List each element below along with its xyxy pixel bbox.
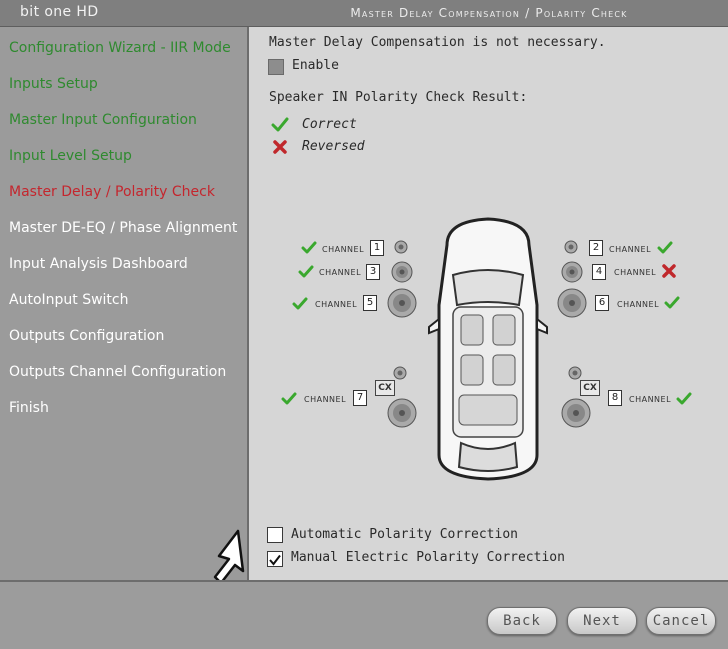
enable-checkbox[interactable] [268,59,284,75]
channel-7-status-icon [281,391,297,410]
app-title: bit one HD [20,4,99,20]
delay-message: Master Delay Compensation is not necessa… [269,35,606,50]
channel-4-label: CHANNEL [614,268,657,277]
sidebar-item-autoinput-switch[interactable]: AutoInput Switch [9,292,129,308]
channel-5-speaker-icon [387,288,417,318]
checkmark-icon [269,554,281,566]
sidebar-item-finish[interactable]: Finish [9,400,49,416]
car-topview-illustration [428,217,548,481]
channel-2-label: CHANNEL [609,245,652,254]
sidebar-item-master-input-configuration[interactable]: Master Input Configuration [9,112,197,128]
wizard-sidebar: Configuration Wizard - IIR Mode Inputs S… [0,27,249,580]
mouse-pointer-icon [213,529,245,585]
channel-2-status-icon [657,240,673,259]
channel-1-label: CHANNEL [322,245,365,254]
channel-7-crossover-icon: CX [375,380,395,396]
channel-5-number: 5 [363,295,377,311]
reversed-x-icon [273,140,287,154]
enable-label: Enable [292,58,339,73]
channel-7-number: 7 [353,390,367,406]
sidebar-item-outputs-channel-configuration[interactable]: Outputs Channel Configuration [9,364,226,380]
sidebar-item-master-de-eq[interactable]: Master DE-EQ / Phase Alignment [9,220,237,236]
manual-polarity-checkbox[interactable] [267,551,283,567]
sidebar-item-outputs-configuration[interactable]: Outputs Configuration [9,328,164,344]
channel-2-speaker-icon [564,240,578,254]
channel-8-number: 8 [608,390,622,406]
auto-polarity-label: Automatic Polarity Correction [291,527,518,542]
channel-7-tweeter-icon [393,366,407,380]
channel-4-status-icon [661,263,677,283]
channel-3-number: 3 [366,264,380,280]
sidebar-item-configuration-wizard[interactable]: Configuration Wizard - IIR Mode [9,40,231,56]
correct-check-icon [271,117,289,132]
channel-1-number: 1 [370,240,384,256]
channel-4-speaker-icon [561,261,583,283]
title-bar: bit one HD Master Delay Compensation / P… [0,0,728,27]
sidebar-item-input-level-setup[interactable]: Input Level Setup [9,148,132,164]
cancel-button[interactable]: Cancel [646,607,716,635]
back-button[interactable]: Back [487,607,557,635]
manual-polarity-label: Manual Electric Polarity Correction [291,550,565,565]
result-heading: Speaker IN Polarity Check Result: [269,90,528,105]
channel-5-label: CHANNEL [315,300,358,309]
channel-2-number: 2 [589,240,603,256]
channel-8-label: CHANNEL [629,395,672,404]
legend-reversed-label: Reversed [302,139,365,154]
channel-8-status-icon [676,391,692,410]
channel-8-tweeter-icon [568,366,582,380]
channel-6-number: 6 [595,295,609,311]
channel-5-status-icon [292,296,308,315]
auto-polarity-checkbox[interactable] [267,527,283,543]
channel-6-speaker-icon [557,288,587,318]
channel-1-status-icon [301,240,317,259]
next-button[interactable]: Next [567,607,637,635]
legend-correct-label: Correct [302,117,357,132]
channel-7-woofer-icon [387,398,417,428]
channel-8-woofer-icon [561,398,591,428]
sidebar-item-input-analysis-dashboard[interactable]: Input Analysis Dashboard [9,256,188,272]
page-title: Master Delay Compensation / Polarity Che… [350,6,628,20]
main-panel: Master Delay Compensation is not necessa… [249,27,728,580]
sidebar-item-master-delay-polarity[interactable]: Master Delay / Polarity Check [9,184,215,200]
sidebar-item-inputs-setup[interactable]: Inputs Setup [9,76,98,92]
channel-4-number: 4 [592,264,606,280]
channel-3-label: CHANNEL [319,268,362,277]
footer-bar: Back Next Cancel [0,580,728,649]
channel-7-label: CHANNEL [304,395,347,404]
channel-6-status-icon [664,295,680,314]
channel-3-status-icon [298,264,314,283]
channel-8-crossover-icon: CX [580,380,600,396]
channel-1-speaker-icon [394,240,408,254]
channel-3-speaker-icon [391,261,413,283]
channel-6-label: CHANNEL [617,300,660,309]
